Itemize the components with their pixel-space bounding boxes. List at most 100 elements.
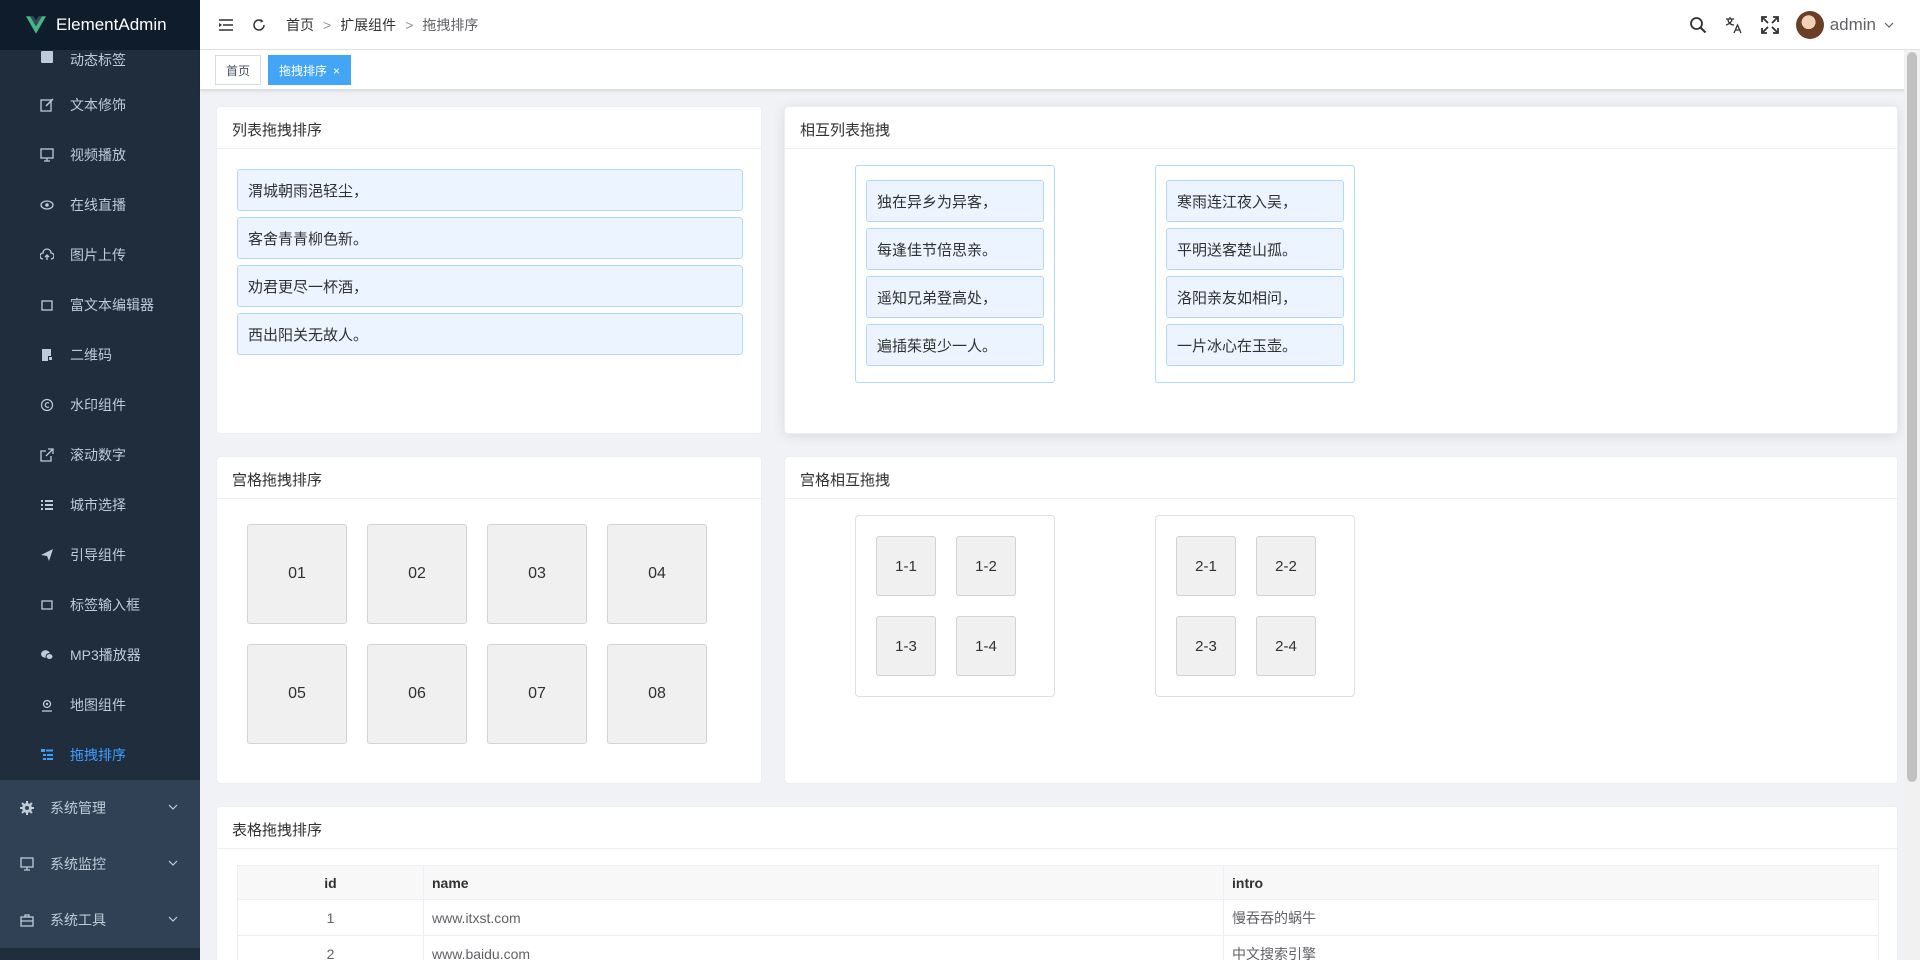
list-item[interactable]: 独在异乡为异客，	[866, 180, 1044, 222]
sidebar-item-dynamic-tag[interactable]: 动态标签	[0, 50, 200, 80]
grid-cell[interactable]: 1-3	[876, 616, 936, 676]
grid-cell[interactable]: 04	[607, 524, 707, 624]
sidebar-group-system-management[interactable]: 系统管理	[0, 780, 200, 836]
sidebar-item-city-select[interactable]: 城市选择	[0, 480, 200, 530]
sidebar-item-label: 地图组件	[70, 697, 126, 713]
sidebar-item-drag-sort[interactable]: 拖拽排序	[0, 730, 200, 780]
list-item[interactable]: 平明送客楚山孤。	[1166, 228, 1344, 270]
sidebar-item-text-decoration[interactable]: 文本修饰	[0, 80, 200, 130]
external-link-icon	[40, 448, 54, 462]
scrollbar[interactable]	[1904, 50, 1920, 960]
translate-icon[interactable]	[1724, 15, 1744, 35]
list-item[interactable]: 劝君更尽一杯酒，	[237, 265, 743, 307]
chevron-down-icon	[168, 916, 178, 922]
chat-icon	[40, 648, 54, 662]
monitor-icon	[40, 148, 54, 162]
monitor-icon	[20, 857, 34, 871]
card-list-sort: 列表拖拽排序 渭城朝雨浥轻尘， 客舍青青柳色新。 劝君更尽一杯酒， 西出阳关无故…	[216, 106, 762, 434]
right-menu: admin	[1672, 0, 1894, 50]
scrollbar-thumb[interactable]	[1907, 52, 1917, 782]
list-item[interactable]: 客舍青青柳色新。	[237, 217, 743, 259]
fullscreen-icon[interactable]	[1760, 15, 1780, 35]
sidebar: ElementAdmin 动态标签 文本修饰 视频播放 在线直播 图片上传 富文…	[0, 0, 200, 960]
table-row[interactable]: 2 www.baidu.com 中文搜索引擎	[237, 935, 1879, 960]
grid-cell[interactable]: 08	[607, 644, 707, 744]
grid-cell[interactable]: 03	[487, 524, 587, 624]
table-row[interactable]: 1 www.itxst.com 慢吞吞的蜗牛	[237, 899, 1879, 936]
list-icon	[40, 498, 54, 512]
column-header-intro[interactable]: intro	[1223, 865, 1879, 900]
breadcrumb-home[interactable]: 首页	[286, 15, 314, 35]
sidebar-item-qrcode[interactable]: 二维码	[0, 330, 200, 380]
chevron-down-icon	[168, 860, 178, 866]
sidebar-item-scroll-number[interactable]: 滚动数字	[0, 430, 200, 480]
square-icon	[40, 298, 54, 312]
grid-cell[interactable]: 05	[247, 644, 347, 744]
list-item[interactable]: 遥知兄弟登高处，	[866, 276, 1044, 318]
sidebar-group-label: 系统工具	[50, 912, 106, 928]
grid-cell[interactable]: 2-4	[1256, 616, 1316, 676]
breadcrumb-extensions[interactable]: 扩展组件	[340, 15, 396, 35]
sidebar-group-label: 系统管理	[50, 800, 106, 816]
chevron-down-icon[interactable]	[1884, 20, 1894, 30]
grid-cell[interactable]: 07	[487, 644, 587, 744]
sidebar-item-label: 二维码	[70, 347, 112, 363]
sidebar-item-label: 文本修饰	[70, 97, 126, 113]
grid-cell[interactable]: 1-4	[956, 616, 1016, 676]
username[interactable]: admin	[1830, 15, 1876, 35]
close-icon[interactable]: ×	[333, 64, 340, 78]
list-item[interactable]: 遍插茱萸少一人。	[866, 324, 1044, 366]
drag-table: id name intro 1 www.itxst.com 慢吞吞的蜗牛 2 w…	[237, 865, 1879, 960]
sidebar-item-map[interactable]: 地图组件	[0, 680, 200, 730]
cell-id: 2	[237, 935, 424, 960]
sidebar-item-rich-text[interactable]: 富文本编辑器	[0, 280, 200, 330]
logo[interactable]: ElementAdmin	[0, 0, 200, 50]
app-title: ElementAdmin	[56, 15, 167, 34]
grid-cell[interactable]: 1-1	[876, 536, 936, 596]
grid-cell[interactable]: 01	[247, 524, 347, 624]
grid-cell[interactable]: 2-1	[1176, 536, 1236, 596]
column-header-id[interactable]: id	[237, 865, 424, 900]
breadcrumb: 首页 > 扩展组件 > 拖拽排序	[286, 15, 478, 35]
card-title: 列表拖拽排序	[217, 107, 761, 149]
list-item[interactable]: 西出阳关无故人。	[237, 313, 743, 355]
sidebar-item-image-upload[interactable]: 图片上传	[0, 230, 200, 280]
square-icon	[40, 598, 54, 612]
tag-drag-sort[interactable]: 拖拽排序 ×	[268, 55, 352, 85]
cell-intro: 慢吞吞的蜗牛	[1223, 899, 1879, 936]
search-icon[interactable]	[1688, 15, 1708, 35]
sidebar-group-system-tools[interactable]: 系统工具	[0, 892, 200, 948]
grid-cell[interactable]: 2-2	[1256, 536, 1316, 596]
cell-id: 1	[237, 899, 424, 936]
tag-home[interactable]: 首页	[215, 55, 262, 85]
gear-icon	[20, 801, 34, 815]
list-item[interactable]: 渭城朝雨浥轻尘，	[237, 169, 743, 211]
grid-cell[interactable]: 02	[367, 524, 467, 624]
sidebar-item-label: 水印组件	[70, 397, 126, 413]
sidebar-item-live[interactable]: 在线直播	[0, 180, 200, 230]
card-title: 宫格拖拽排序	[217, 457, 761, 499]
grid-cell[interactable]: 06	[367, 644, 467, 744]
sidebar-group-system-monitor[interactable]: 系统监控	[0, 836, 200, 892]
list-item[interactable]: 寒雨连江夜入吴，	[1166, 180, 1344, 222]
grid-cell[interactable]: 2-3	[1176, 616, 1236, 676]
list-item[interactable]: 一片冰心在玉壶。	[1166, 324, 1344, 366]
chevron-down-icon	[168, 804, 178, 810]
sidebar-item-tag-input[interactable]: 标签输入框	[0, 580, 200, 630]
column-header-name[interactable]: name	[423, 865, 1224, 900]
avatar[interactable]	[1795, 11, 1824, 39]
sidebar-item-mp3[interactable]: MP3播放器	[0, 630, 200, 680]
sidebar-item-guide[interactable]: 引导组件	[0, 530, 200, 580]
list-item[interactable]: 每逢佳节倍思亲。	[866, 228, 1044, 270]
edit-icon	[40, 98, 54, 112]
sidebar-item-video[interactable]: 视频播放	[0, 130, 200, 180]
breadcrumb-separator: >	[405, 16, 414, 33]
hamburger-icon[interactable]	[218, 17, 234, 33]
grid-cell[interactable]: 1-2	[956, 536, 1016, 596]
card-grid-mutual: 宫格相互拖拽 1-1 1-2 1-3 1-4 2-1 2-2 2-3 2-4	[784, 456, 1898, 784]
sidebar-item-watermark[interactable]: 水印组件	[0, 380, 200, 430]
sidebar-item-label: 在线直播	[70, 197, 126, 213]
refresh-icon[interactable]	[252, 18, 266, 32]
list-item[interactable]: 洛阳亲友如相问，	[1166, 276, 1344, 318]
tag-label: 首页	[226, 64, 251, 78]
